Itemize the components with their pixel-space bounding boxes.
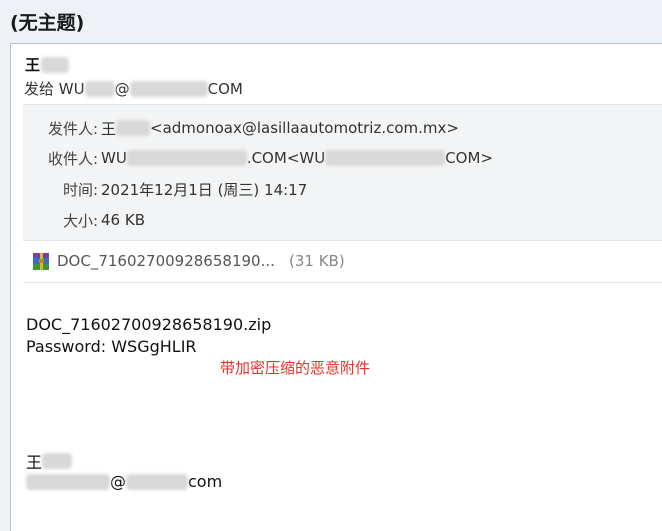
to-prefix: WU — [101, 149, 127, 167]
attachment-bar[interactable]: DOC_71602700928658190... (31 KB) — [23, 241, 662, 283]
time-label: 时间: — [62, 180, 98, 199]
size-label: 大小: — [62, 211, 98, 230]
size-row: 大小: 46 KB — [23, 209, 145, 231]
annotation-malicious-attachment: 带加密压缩的恶意附件 — [220, 359, 371, 377]
details-box: 发件人: 王 <admonoax@lasillaautomotriz.com.m… — [23, 104, 662, 241]
to-email-prefix: <WU — [286, 149, 326, 167]
signature-email: @ com — [26, 472, 222, 491]
to-row: 收件人: WU .COM <WU COM> — [23, 147, 493, 169]
sender-name-text: 王 — [25, 56, 41, 74]
attachment-size: (31 KB) — [289, 252, 345, 270]
redacted-signature-domain — [126, 473, 188, 490]
to-suffix: .COM — [246, 149, 287, 167]
redacted-to-address — [126, 150, 247, 166]
redacted-to-email — [325, 150, 446, 166]
sendto-line: 发给 WU @ COM — [24, 78, 243, 99]
redacted-recipient-user — [84, 80, 115, 97]
mail-panel: 王 发给 WU @ COM 发件人: 王 <admonoax@lasillaau… — [10, 43, 662, 531]
body-password: Password: WSGgHLIR — [26, 337, 197, 356]
attachment-name[interactable]: DOC_71602700928658190... — [57, 252, 275, 270]
to-value[interactable]: WU .COM <WU COM> — [98, 149, 493, 167]
subject-title: (无主题) — [10, 12, 85, 34]
signature-name: 王 — [26, 449, 73, 473]
to-label: 收件人: — [47, 149, 98, 168]
sender-name[interactable]: 王 — [25, 54, 70, 75]
from-email: <admonoax@lasillaautomotriz.com.mx> — [150, 119, 459, 137]
size-value: 46 KB — [101, 211, 145, 229]
signature-at: @ — [110, 472, 126, 491]
body-filename: DOC_71602700928658190.zip — [26, 315, 272, 334]
redacted-sender-name — [41, 56, 70, 73]
to-email-suffix: COM> — [445, 149, 493, 167]
time-value: 2021年12月1日 (周三) 14:17 — [101, 180, 308, 199]
redacted-from-name — [116, 120, 151, 136]
zip-archive-icon — [33, 253, 49, 270]
signature-name-text: 王 — [26, 453, 43, 472]
subject-bar: (无主题) — [0, 0, 662, 42]
from-label: 发件人: — [47, 119, 98, 138]
from-value[interactable]: 王 <admonoax@lasillaautomotriz.com.mx> — [98, 118, 459, 139]
from-row: 发件人: 王 <admonoax@lasillaautomotriz.com.m… — [23, 117, 459, 139]
redacted-signature-name — [42, 453, 73, 469]
sendto-at: @ — [114, 79, 130, 98]
redacted-signature-user — [26, 473, 110, 490]
redacted-recipient-domain — [129, 80, 208, 97]
sendto-suffix: COM — [207, 79, 243, 98]
from-name: 王 — [101, 119, 117, 138]
sendto-prefix: 发给 WU — [24, 80, 85, 98]
time-row: 时间: 2021年12月1日 (周三) 14:17 — [23, 178, 307, 200]
signature-suffix: com — [188, 472, 223, 491]
